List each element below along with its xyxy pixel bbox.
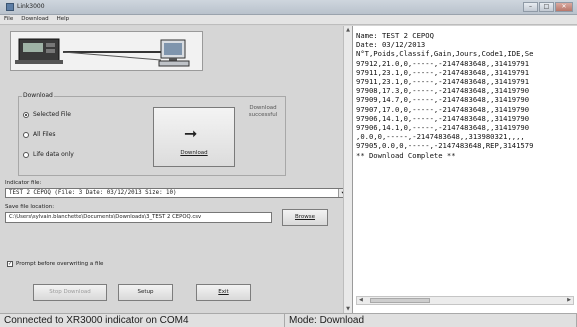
menu-bar: File Download Help bbox=[0, 15, 577, 25]
checkbox-indicator[interactable]: ✓ bbox=[7, 261, 13, 267]
exit-button[interactable]: Exit bbox=[196, 284, 251, 301]
log-horizontal-scrollbar[interactable]: ◀ ▶ bbox=[356, 296, 574, 305]
scroll-thumb[interactable] bbox=[370, 298, 430, 303]
stop-download-button[interactable]: Stop Download bbox=[33, 284, 107, 301]
mode-status: Mode: Download bbox=[285, 314, 577, 327]
log-line: 97912,21.0,0,-----,-2147483648,,31419791 bbox=[356, 58, 530, 68]
close-button[interactable]: ✕ bbox=[555, 2, 573, 12]
prompt-overwrite-checkbox[interactable]: ✓ Prompt before overwriting a file bbox=[7, 261, 103, 267]
radio-indicator[interactable] bbox=[23, 131, 29, 138]
radio-indicator[interactable] bbox=[23, 151, 29, 158]
radio-label: All Files bbox=[33, 131, 56, 138]
log-line: ** Download Complete ** bbox=[356, 150, 456, 160]
scroll-right-icon[interactable]: ▶ bbox=[567, 297, 571, 303]
browse-button[interactable]: Browse bbox=[282, 209, 328, 226]
device-connection-illustration bbox=[10, 31, 203, 71]
checkbox-label: Prompt before overwriting a file bbox=[16, 261, 104, 267]
download-log-panel: Name: TEST 2 CEPOQ Date: 03/12/2013 N°T,Po… bbox=[352, 26, 577, 313]
window-title: Link3000 bbox=[17, 3, 45, 10]
download-options-group: Download Selected File All Files Life da… bbox=[18, 92, 286, 176]
download-status: Download successful bbox=[248, 105, 278, 118]
scroll-left-icon[interactable]: ◀ bbox=[359, 297, 363, 303]
radio-label: Selected File bbox=[33, 111, 71, 118]
indicator-file-value: TEST 2 CEPOQ (File: 3 Date: 03/12/2013 S… bbox=[9, 190, 177, 196]
log-line: 97911,23.1,0,-----,-2147483648,,31419791 bbox=[356, 77, 530, 87]
scroll-down-icon[interactable]: ▼ bbox=[345, 306, 351, 312]
window-controls: – □ ✕ bbox=[522, 2, 573, 12]
maximize-button[interactable]: □ bbox=[539, 2, 554, 12]
menu-help[interactable]: Help bbox=[53, 15, 74, 24]
menu-file[interactable]: File bbox=[0, 15, 17, 24]
radio-all-files[interactable]: All Files bbox=[23, 131, 56, 138]
download-panel: Download Selected File All Files Life da… bbox=[0, 26, 352, 313]
indicator-to-pc-icon bbox=[15, 38, 190, 67]
log-line: ,0.0,0,-----,-2147483648,,313980321,,,, bbox=[356, 132, 525, 142]
browse-button-label: Browse bbox=[294, 214, 316, 220]
radio-indicator[interactable] bbox=[23, 111, 29, 118]
log-line: Name: TEST 2 CEPOQ bbox=[356, 31, 434, 40]
minimize-button[interactable]: – bbox=[523, 2, 538, 12]
log-line: 97908,17.3,0,-----,-2147483648,,31419790 bbox=[356, 86, 530, 96]
log-line: N°T,Poids,Classif,Gain,Jours,Code1,IDE,S… bbox=[356, 49, 534, 59]
app-icon bbox=[6, 3, 14, 11]
log-line: 97906,14.1,0,-----,-2147483648,,31419790 bbox=[356, 123, 530, 133]
log-line: 97906,14.1,0,-----,-2147483648,,31419790 bbox=[356, 113, 530, 123]
setup-button[interactable]: Setup bbox=[118, 284, 173, 301]
radio-label: Life data only bbox=[33, 151, 74, 158]
log-line: 97907,17.0,0,-----,-2147483648,,31419790 bbox=[356, 104, 530, 114]
log-line: 97905,0.0,0,-----,-2147483648,REP,314157… bbox=[356, 141, 534, 151]
status-bar: Connected to XR3000 indicator on COM4 Mo… bbox=[0, 313, 577, 327]
download-log: Name: TEST 2 CEPOQ Date: 03/12/2013 N°T,Po… bbox=[356, 31, 577, 160]
log-line: 97909,14.7,0,-----,-2147483648,,31419790 bbox=[356, 95, 530, 105]
indicator-file-label: Indicator file: bbox=[5, 180, 42, 186]
log-line: Date: 03/12/2013 bbox=[356, 40, 426, 50]
exit-button-label: Exit bbox=[218, 289, 229, 295]
save-location-input[interactable]: C:\Users\sylvain.blanchette\Documents\Do… bbox=[5, 212, 272, 223]
download-button-label: Download bbox=[180, 150, 208, 156]
arrow-right-icon: ➞ bbox=[184, 124, 198, 143]
download-group-title: Download bbox=[22, 92, 54, 99]
scroll-up-icon[interactable]: ▲ bbox=[345, 27, 351, 33]
save-location-label: Save file location: bbox=[5, 204, 55, 210]
connection-status: Connected to XR3000 indicator on COM4 bbox=[0, 314, 285, 327]
left-pane-scrollbar[interactable]: ▲ ▼ bbox=[343, 26, 352, 313]
radio-selected-file[interactable]: Selected File bbox=[23, 111, 71, 118]
radio-life-data-only[interactable]: Life data only bbox=[23, 151, 74, 158]
indicator-file-select[interactable]: TEST 2 CEPOQ (File: 3 Date: 03/12/2013 S… bbox=[5, 188, 347, 198]
title-bar: Link3000 – □ ✕ bbox=[0, 0, 577, 15]
download-button[interactable]: ➞ Download bbox=[153, 107, 235, 167]
log-line: 97911,23.1,0,-----,-2147483648,,31419791 bbox=[356, 67, 530, 77]
menu-download[interactable]: Download bbox=[17, 15, 52, 24]
